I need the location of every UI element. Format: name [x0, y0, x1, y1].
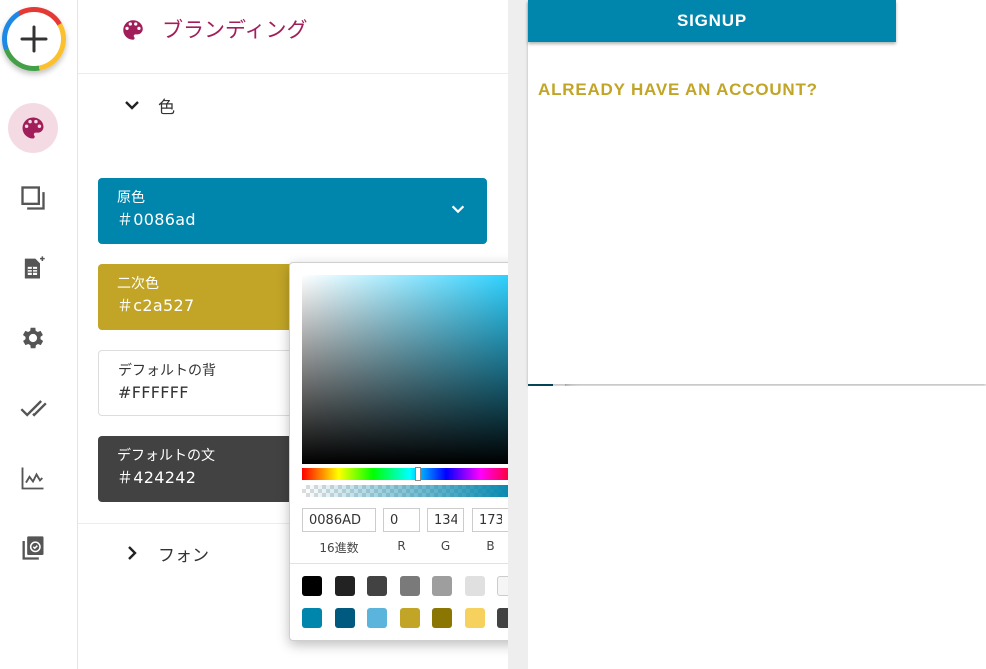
rail-analytics-button[interactable] — [8, 453, 58, 503]
alpha-slider[interactable] — [302, 485, 517, 497]
colors-section-label: 色 — [158, 97, 175, 118]
primary-color-value: ＃0086ad — [117, 210, 196, 229]
pages-icon — [21, 186, 45, 210]
preset-swatch[interactable] — [367, 576, 387, 596]
sparkle-table-icon — [24, 256, 45, 279]
panel-gutter — [508, 0, 528, 669]
chevron-down-icon[interactable] — [449, 200, 467, 218]
b-input[interactable] — [472, 508, 509, 532]
rail-approval-button[interactable] — [8, 523, 58, 573]
preset-swatch[interactable] — [399, 576, 420, 596]
side-rail — [0, 0, 78, 669]
rail-branding-button[interactable] — [8, 103, 58, 153]
preset-swatch[interactable] — [399, 608, 420, 628]
preset-swatch[interactable] — [464, 608, 485, 628]
signup-button[interactable]: SIGNUP — [528, 0, 896, 42]
preset-swatch[interactable] — [432, 608, 452, 628]
g-input[interactable] — [427, 508, 464, 532]
preset-swatch[interactable] — [367, 608, 387, 628]
preset-swatch[interactable] — [302, 576, 322, 596]
primary-color-field[interactable]: 原色 ＃0086ad — [98, 178, 487, 244]
hex-input[interactable] — [302, 508, 376, 532]
b-label: B — [486, 539, 495, 553]
preview-background — [528, 386, 986, 669]
preview-card: SIGNUP ALREADY HAVE AN ACCOUNT? — [528, 0, 986, 384]
chart-icon — [21, 467, 44, 490]
badge-check-icon — [22, 536, 44, 560]
palette-icon — [22, 117, 44, 139]
rail-settings-button[interactable] — [8, 313, 58, 363]
preset-swatch[interactable] — [334, 608, 355, 628]
rail-pages-button[interactable] — [8, 173, 58, 223]
chevron-right-icon — [128, 546, 137, 560]
hue-slider[interactable] — [302, 468, 517, 480]
already-have-account-link[interactable]: ALREADY HAVE AN ACCOUNT? — [538, 80, 818, 100]
create-button[interactable] — [2, 7, 66, 71]
fonts-section-label: フォン — [158, 545, 209, 566]
colors-section-toggle[interactable]: 色 — [78, 80, 508, 130]
gear-icon — [22, 327, 44, 349]
preset-swatch[interactable] — [464, 576, 485, 596]
hue-slider-handle[interactable] — [415, 467, 421, 481]
panel-title: ブランディング — [162, 18, 308, 42]
chevron-down-icon — [125, 101, 139, 110]
r-input[interactable] — [383, 508, 420, 532]
panel-header: ブランディング — [78, 0, 508, 74]
palette-icon — [123, 20, 143, 40]
preset-swatch[interactable] — [334, 576, 355, 596]
hex-label: 16進数 — [319, 541, 359, 555]
preset-swatch[interactable] — [432, 576, 452, 596]
g-label: G — [440, 539, 451, 553]
primary-color-label: 原色 — [117, 190, 145, 206]
branding-panel: ブランディング 色 原色 ＃0086ad 二次色 ＃c2a527 デフォルトの背… — [78, 0, 566, 669]
rail-sheet-button[interactable] — [8, 243, 58, 293]
r-label: R — [397, 539, 406, 553]
preset-swatch[interactable] — [302, 608, 322, 628]
double-check-icon — [20, 400, 47, 417]
add-icon — [20, 25, 48, 53]
rail-review-button[interactable] — [8, 383, 58, 433]
